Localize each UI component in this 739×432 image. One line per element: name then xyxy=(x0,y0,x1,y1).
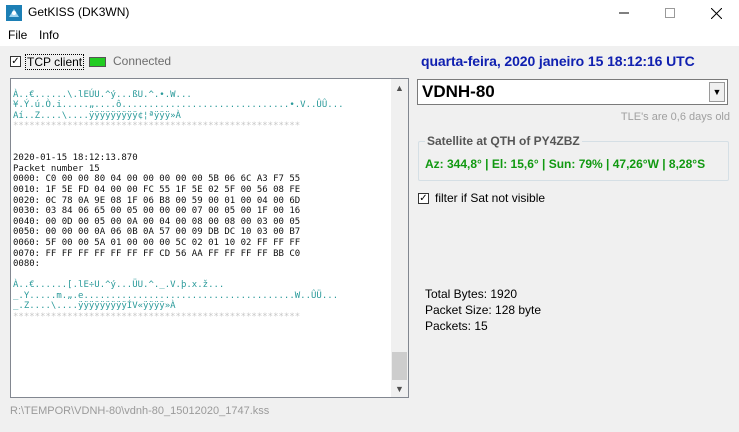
menu-bar: File Info xyxy=(0,26,739,46)
satellite-position-readout: Az: 344,8° | El: 15,6° | Sun: 79% | 47,2… xyxy=(425,157,706,171)
dump-line: Packet number 15 xyxy=(13,163,100,174)
scroll-down-arrow-icon[interactable]: ▼ xyxy=(391,380,408,397)
dump-line xyxy=(13,132,391,143)
total-bytes-label: Total Bytes: 1920 xyxy=(425,287,518,301)
packets-count-label: Packets: 15 xyxy=(425,319,488,333)
dump-line: _.Y.....m.„.e...........................… xyxy=(13,290,339,301)
dump-line: ****************************************… xyxy=(13,312,301,323)
dump-line: Aí..Z....\....ÿÿÿÿÿÿÿÿÿ¢¦ªÿÿÿ»À xyxy=(13,110,181,121)
filter-visible-label[interactable]: filter if Sat not visible xyxy=(435,191,545,205)
utc-datetime: quarta-feira, 2020 janeiro 15 18:12:16 U… xyxy=(421,53,695,69)
tle-age-label: TLE's are 0,6 days old xyxy=(620,111,730,123)
close-button[interactable] xyxy=(693,0,739,26)
title-bar: GetKISS (DK3WN) xyxy=(0,0,739,26)
satellite-select[interactable]: VDNH-80 ▼ xyxy=(417,79,728,105)
dump-line: 0030: 03 84 06 65 00 05 00 00 00 07 00 0… xyxy=(13,206,301,217)
menu-info[interactable]: Info xyxy=(39,28,59,42)
dump-line: ****************************************… xyxy=(13,121,301,132)
dump-line: 0020: 0C 78 0A 9E 08 1F 06 B8 00 59 00 0… xyxy=(13,195,301,206)
dump-line: 2020-01-15 18:12:13.870 xyxy=(13,153,138,164)
window-title: GetKISS (DK3WN) xyxy=(28,5,130,19)
dump-line: 0070: FF FF FF FF FF FF FF CD 56 AA FF F… xyxy=(13,248,301,259)
minimize-icon xyxy=(619,12,629,14)
dump-line: 0000: C0 00 00 80 04 00 00 00 00 00 5B 0… xyxy=(13,174,301,185)
chevron-down-icon[interactable]: ▼ xyxy=(709,82,725,102)
dump-line: 0010: 1F 5E FD 04 00 00 FC 55 1F 5E 02 5… xyxy=(13,184,301,195)
minimize-button[interactable] xyxy=(601,0,647,26)
packet-size-label: Packet Size: 128 byte xyxy=(425,303,542,317)
vertical-scrollbar[interactable]: ▲ ▼ xyxy=(391,79,408,397)
menu-file[interactable]: File xyxy=(8,28,27,42)
satellite-group-title: Satellite at QTH of PY4ZBZ xyxy=(425,134,582,148)
dump-line: À..€......\.lEÚU.^ý...ßU.^.•.W... xyxy=(13,89,192,100)
maximize-icon xyxy=(665,8,675,18)
tcp-client-checkbox[interactable]: ✓ xyxy=(10,56,21,67)
dump-line: 0050: 00 00 00 0A 06 0B 0A 57 00 09 DB D… xyxy=(13,227,301,238)
dump-line xyxy=(13,143,391,154)
maximize-button[interactable] xyxy=(647,0,693,26)
dump-line: À..€......[.lE÷U.^ý...ÜU.^._.V.þ.x.ž... xyxy=(13,280,225,291)
packet-dump-textarea[interactable]: À..€......\.lEÚU.^ý...ßU.^.•.W... ¥.Ý.ú.Ò… xyxy=(10,78,409,398)
dump-line: ¥.Ý.ú.Ò.i.....„....ô....................… xyxy=(13,100,344,111)
status-bar-filepath: R:\TEMPOR\VDNH-80\vdnh-80_15012020_1747.… xyxy=(10,405,270,417)
scroll-up-arrow-icon[interactable]: ▲ xyxy=(391,79,408,96)
filter-visible-checkbox[interactable]: ✓ xyxy=(418,193,429,204)
dump-line xyxy=(13,270,391,281)
close-icon xyxy=(710,7,722,19)
scroll-thumb[interactable] xyxy=(392,352,407,380)
connection-status-label: Connected xyxy=(113,54,172,68)
dump-line: 0080: xyxy=(13,259,41,270)
dump-line: 0040: 00 0D 00 05 00 0A 00 04 00 08 00 0… xyxy=(13,216,301,227)
dump-line: _.Z....\....ÿÿÿÿÿÿÿÿÿÍV«ÿÿÿÿ»À xyxy=(13,301,176,312)
satellite-dish-icon xyxy=(6,5,22,21)
dump-line xyxy=(13,79,391,90)
satellite-select-value: VDNH-80 xyxy=(422,82,495,101)
tcp-client-label[interactable]: TCP client xyxy=(25,54,85,70)
packet-dump-content: À..€......\.lEÚU.^ý...ßU.^.•.W... ¥.Ý.ú.Ò… xyxy=(13,79,391,397)
connection-status-led xyxy=(89,57,106,67)
dump-line: 0060: 5F 00 00 5A 01 00 00 00 5C 02 01 1… xyxy=(13,237,301,248)
